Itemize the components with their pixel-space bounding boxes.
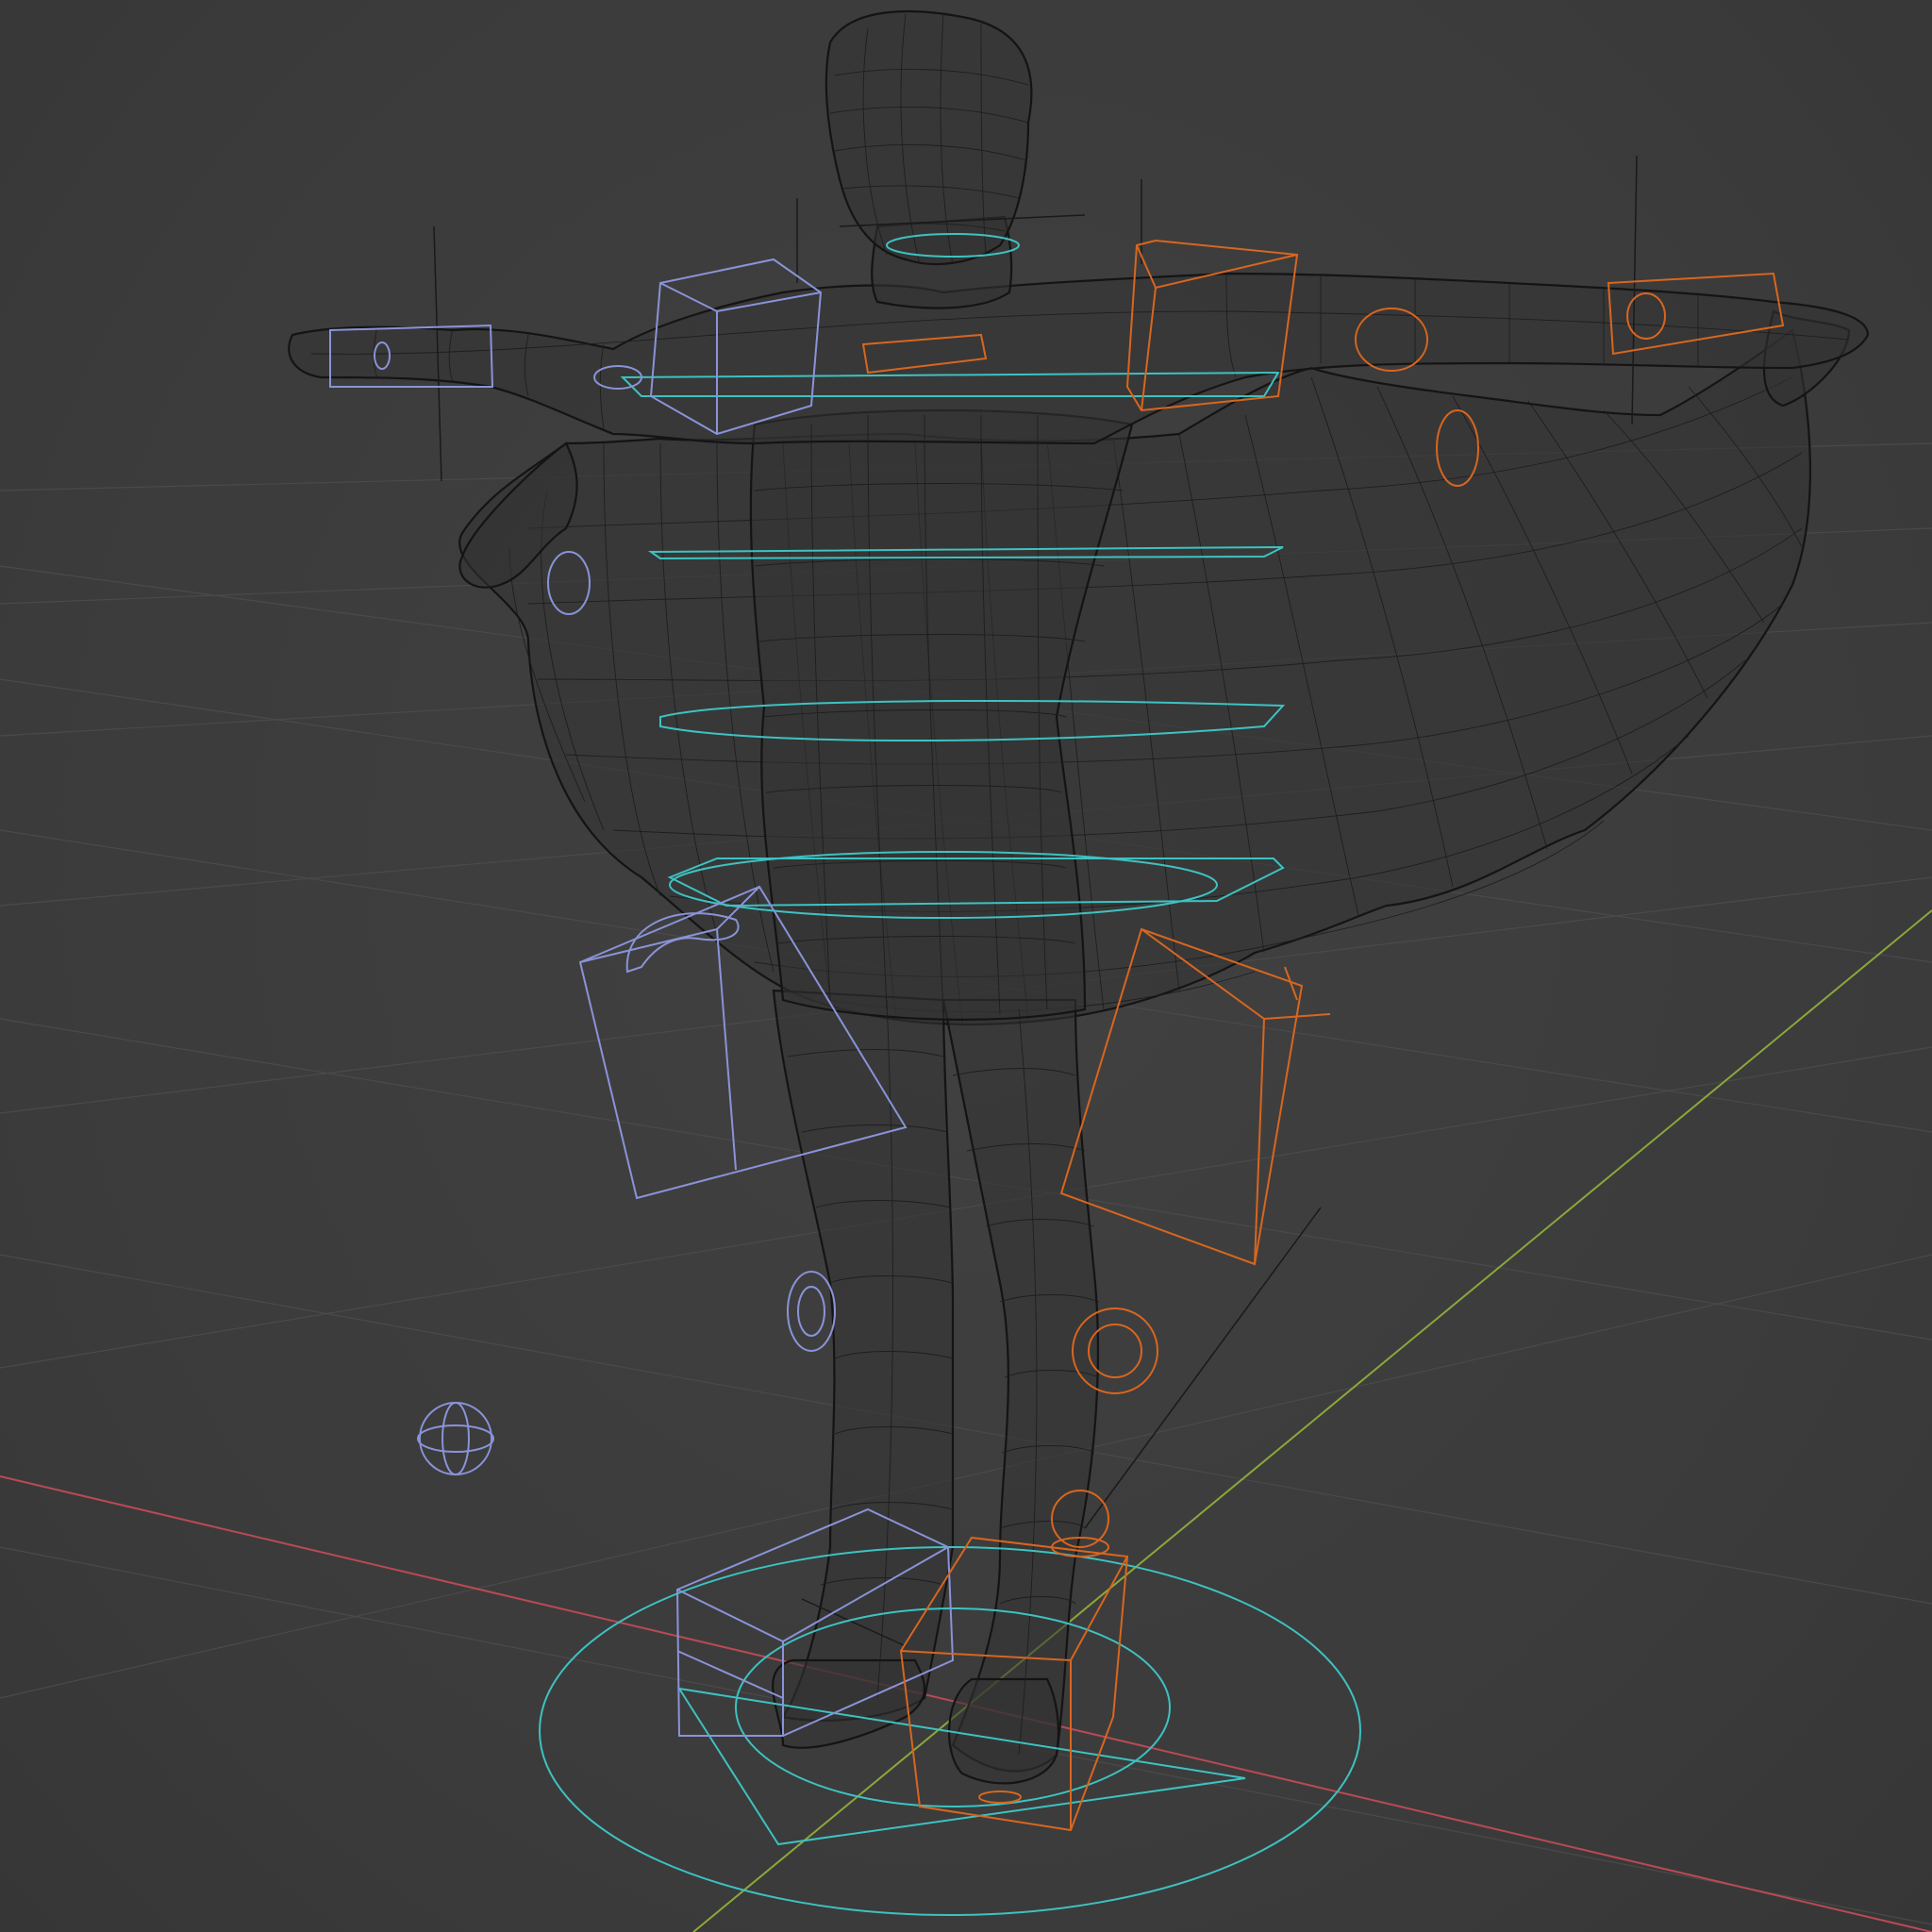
left-pole-target-icon[interactable] xyxy=(419,1402,492,1475)
left-knee-pole-icon[interactable] xyxy=(787,1271,836,1352)
3d-viewport[interactable] xyxy=(0,0,1932,1932)
character-body-mesh[interactable] xyxy=(288,9,1870,1785)
viewport-canvas[interactable] xyxy=(0,0,1932,1932)
